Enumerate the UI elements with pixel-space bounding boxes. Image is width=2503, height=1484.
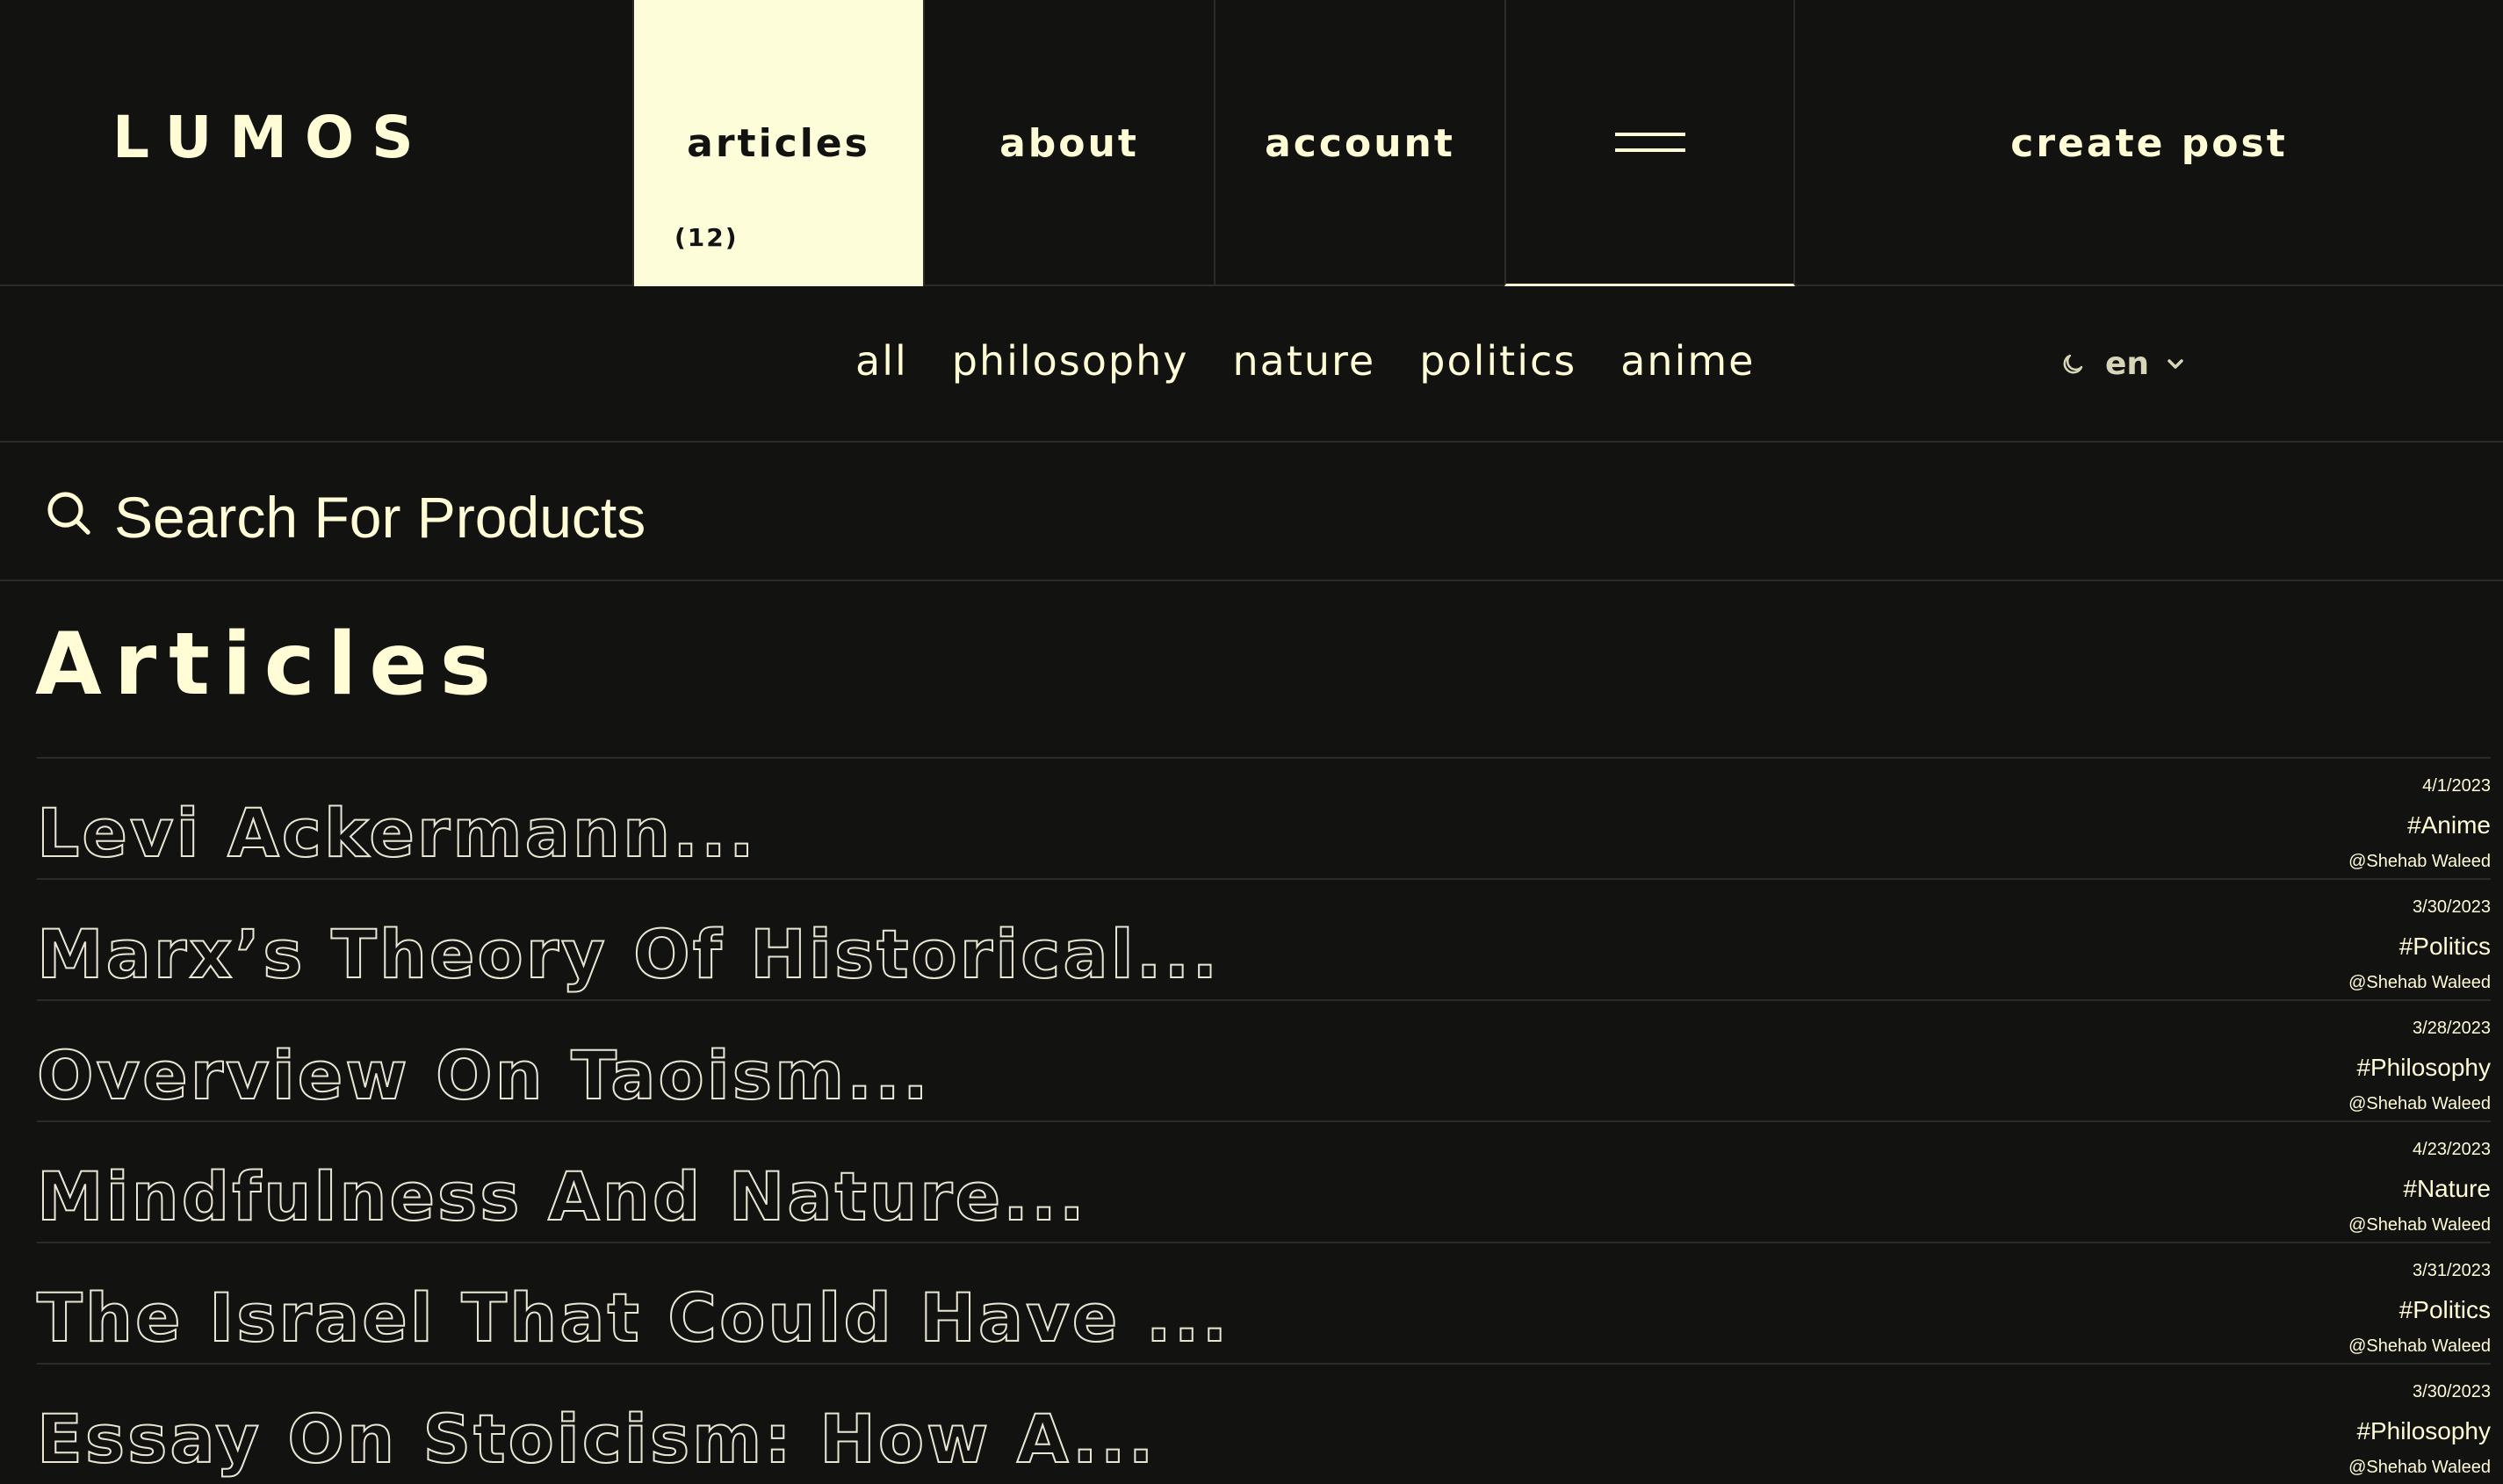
hamburger-icon [1614, 129, 1685, 155]
menu-button[interactable] [1504, 0, 1795, 286]
article-author[interactable]: @Shehab Waleed [2348, 852, 2491, 872]
article-row[interactable]: Overview On Taoism... 3/28/2023 #Philoso… [36, 999, 2491, 1120]
nav-tab-articles-label: articles [687, 120, 870, 166]
category-all[interactable]: all [855, 337, 908, 385]
nav-tab-about[interactable]: about [923, 0, 1214, 286]
article-meta: 4/1/2023 #Anime @Shehab Waleed [2348, 776, 2491, 872]
article-tag[interactable]: #Philosophy [2348, 1417, 2491, 1458]
article-row[interactable]: Levi Ackermann... 4/1/2023 #Anime @Sheha… [36, 757, 2491, 878]
article-title[interactable]: Mindfulness And Nature... [36, 1156, 1087, 1236]
article-meta: 3/30/2023 #Philosophy @Shehab Waleed [2348, 1382, 2491, 1478]
theme-toggle[interactable] [2059, 351, 2086, 378]
article-author[interactable]: @Shehab Waleed [2348, 1336, 2491, 1357]
article-row[interactable]: Essay On Stoicism: How A... 3/30/2023 #P… [36, 1363, 2491, 1484]
article-title[interactable]: Marx’s Theory Of Historical... [36, 914, 1220, 994]
article-row[interactable]: The Israel That Could Have ... 3/31/2023… [36, 1242, 2491, 1363]
category-bar: all philosophy nature politics anime en [0, 286, 2503, 443]
article-date: 3/28/2023 [2413, 1019, 2491, 1038]
article-tag[interactable]: #Philosophy [2348, 1054, 2491, 1094]
create-post-label: create post [2010, 120, 2288, 166]
nav-tab-account[interactable]: account [1214, 0, 1504, 286]
search-input[interactable] [112, 478, 1342, 557]
article-tag[interactable]: #Politics [2348, 1296, 2491, 1336]
article-title[interactable]: Levi Ackermann... [36, 793, 757, 873]
article-meta: 4/23/2023 #Nature @Shehab Waleed [2348, 1140, 2491, 1235]
article-meta: 3/28/2023 #Philosophy @Shehab Waleed [2348, 1019, 2491, 1114]
preferences: en [2059, 346, 2186, 382]
article-row[interactable]: Mindfulness And Nature... 4/23/2023 #Nat… [36, 1120, 2491, 1242]
article-title[interactable]: Overview On Taoism... [36, 1035, 931, 1115]
search-icon [47, 492, 90, 535]
article-date: 4/1/2023 [2422, 776, 2491, 796]
search-bar [0, 443, 2503, 581]
moon-icon [2063, 354, 2083, 373]
category-politics[interactable]: politics [1419, 337, 1576, 385]
articles-count-badge: (12) [674, 223, 739, 252]
article-meta: 3/31/2023 #Politics @Shehab Waleed [2348, 1261, 2491, 1357]
article-meta: 3/30/2023 #Politics @Shehab Waleed [2348, 897, 2491, 993]
article-author[interactable]: @Shehab Waleed [2348, 1094, 2491, 1114]
article-tag[interactable]: #Nature [2348, 1175, 2491, 1215]
language-select[interactable]: en [2105, 346, 2186, 382]
language-value: en [2105, 346, 2150, 382]
chevron-down-icon [2168, 358, 2183, 369]
nav-tab-articles[interactable]: articles (12) [632, 0, 923, 286]
category-philosophy[interactable]: philosophy [952, 337, 1189, 385]
category-filters: all philosophy nature politics anime [855, 337, 1755, 385]
nav-tab-account-label: account [1265, 120, 1455, 166]
create-post-button[interactable]: create post [1795, 0, 2503, 286]
article-row[interactable]: Marx’s Theory Of Historical... 3/30/2023… [36, 878, 2491, 999]
article-list: Levi Ackermann... 4/1/2023 #Anime @Sheha… [36, 757, 2491, 1484]
nav-tab-about-label: about [999, 120, 1139, 166]
article-tag[interactable]: #Anime [2348, 811, 2491, 852]
top-nav: LUMOS articles (12) about account create… [0, 0, 2503, 286]
article-title[interactable]: The Israel That Could Have ... [36, 1278, 1230, 1358]
article-date: 3/30/2023 [2413, 897, 2491, 917]
article-date: 3/31/2023 [2413, 1261, 2491, 1280]
article-author[interactable]: @Shehab Waleed [2348, 973, 2491, 993]
article-author[interactable]: @Shehab Waleed [2348, 1458, 2491, 1478]
category-nature[interactable]: nature [1233, 337, 1376, 385]
page-title: Articles [35, 615, 504, 715]
article-author[interactable]: @Shehab Waleed [2348, 1215, 2491, 1235]
article-date: 4/23/2023 [2413, 1140, 2491, 1159]
article-tag[interactable]: #Politics [2348, 933, 2491, 973]
article-date: 3/30/2023 [2413, 1382, 2491, 1401]
category-anime[interactable]: anime [1620, 337, 1755, 385]
logo[interactable]: LUMOS [112, 104, 431, 171]
article-title[interactable]: Essay On Stoicism: How A... [36, 1399, 1157, 1479]
